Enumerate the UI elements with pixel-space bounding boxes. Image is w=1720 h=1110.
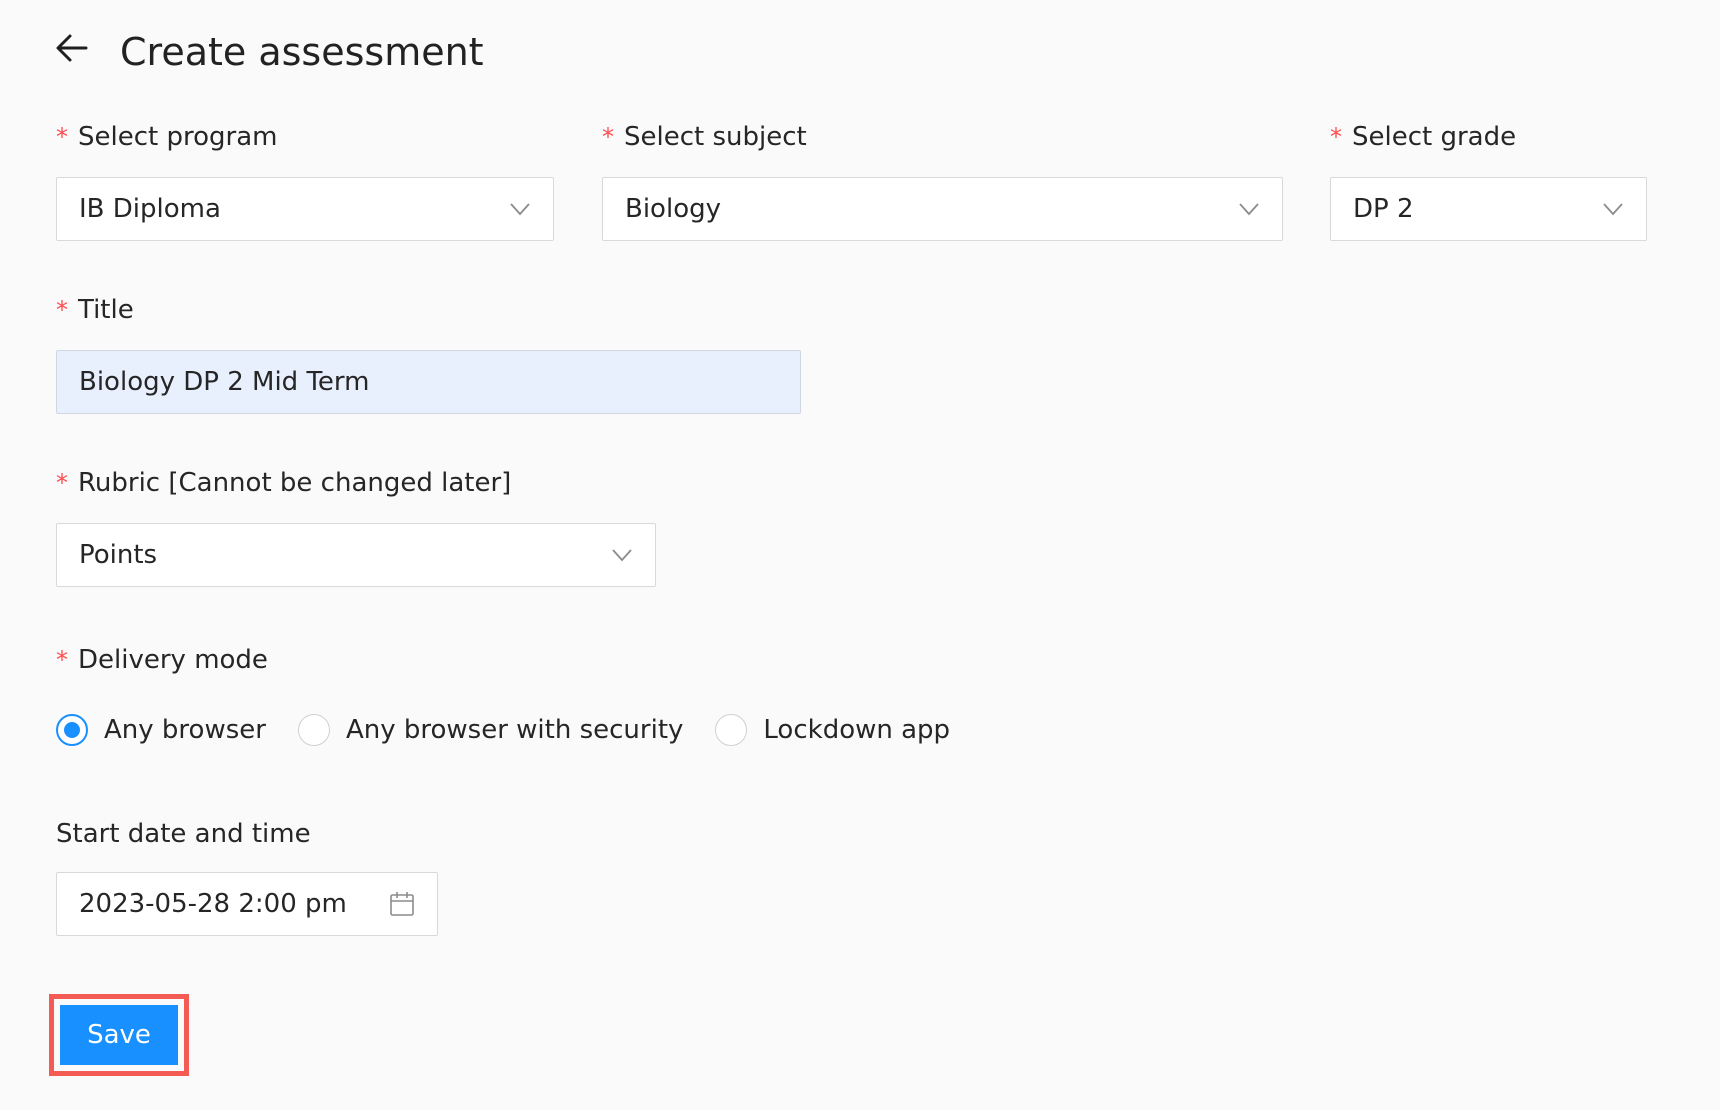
program-select[interactable]: IB Diploma [56,177,554,241]
rubric-label: * Rubric [Cannot be changed later] [56,465,511,501]
radio-label: Any browser with security [345,715,684,745]
chevron-down-icon [612,549,632,562]
title-label-text: Title [78,295,134,325]
radio-any-browser-security[interactable]: Any browser with security [297,714,684,746]
program-select-value: IB Diploma [79,194,221,224]
page-title: Create assessment [120,30,484,74]
program-label-text: Select program [78,122,278,152]
grade-select-value: DP 2 [1353,194,1414,224]
required-mark: * [56,296,68,324]
page-header: Create assessment [0,0,1720,100]
delivery-radio-group: Any browser Any browser with security Lo… [56,714,982,746]
program-label: * Select program [56,119,277,155]
title-label: * Title [56,292,134,328]
title-field[interactable] [56,350,801,414]
radio-button-checked[interactable] [56,714,88,746]
required-mark: * [56,469,68,497]
subject-select[interactable]: Biology [602,177,1283,241]
rubric-select-value: Points [79,540,158,570]
required-mark: * [56,646,68,674]
save-button[interactable]: Save [60,1005,178,1065]
subject-label: * Select subject [602,119,807,155]
start-date-label: Start date and time [56,819,311,849]
radio-button[interactable] [297,714,330,746]
arrow-left-icon[interactable] [54,30,90,66]
radio-label: Any browser [104,715,266,745]
chevron-down-icon [1603,203,1623,216]
grade-label-text: Select grade [1352,122,1517,152]
rubric-label-text: Rubric [Cannot be changed later] [78,468,512,498]
rubric-select[interactable]: Points [56,523,656,587]
grade-label: * Select grade [1330,119,1516,155]
calendar-icon [390,892,414,916]
required-mark: * [1330,123,1342,151]
chevron-down-icon [510,203,530,216]
radio-button[interactable] [715,714,748,746]
required-mark: * [602,123,614,151]
radio-label: Lockdown app [763,715,951,745]
subject-label-text: Select subject [624,122,807,152]
start-date-picker[interactable]: 2023-05-28 2:00 pm [56,872,438,936]
radio-any-browser[interactable]: Any browser [56,714,266,746]
radio-lockdown-app[interactable]: Lockdown app [715,714,950,746]
grade-select[interactable]: DP 2 [1330,177,1647,241]
chevron-down-icon [1239,203,1259,216]
delivery-label-text: Delivery mode [78,645,268,675]
required-mark: * [56,123,68,151]
title-input[interactable] [79,367,778,397]
subject-select-value: Biology [625,194,721,224]
delivery-label: * Delivery mode [56,642,268,678]
start-date-value: 2023-05-28 2:00 pm [79,889,347,919]
